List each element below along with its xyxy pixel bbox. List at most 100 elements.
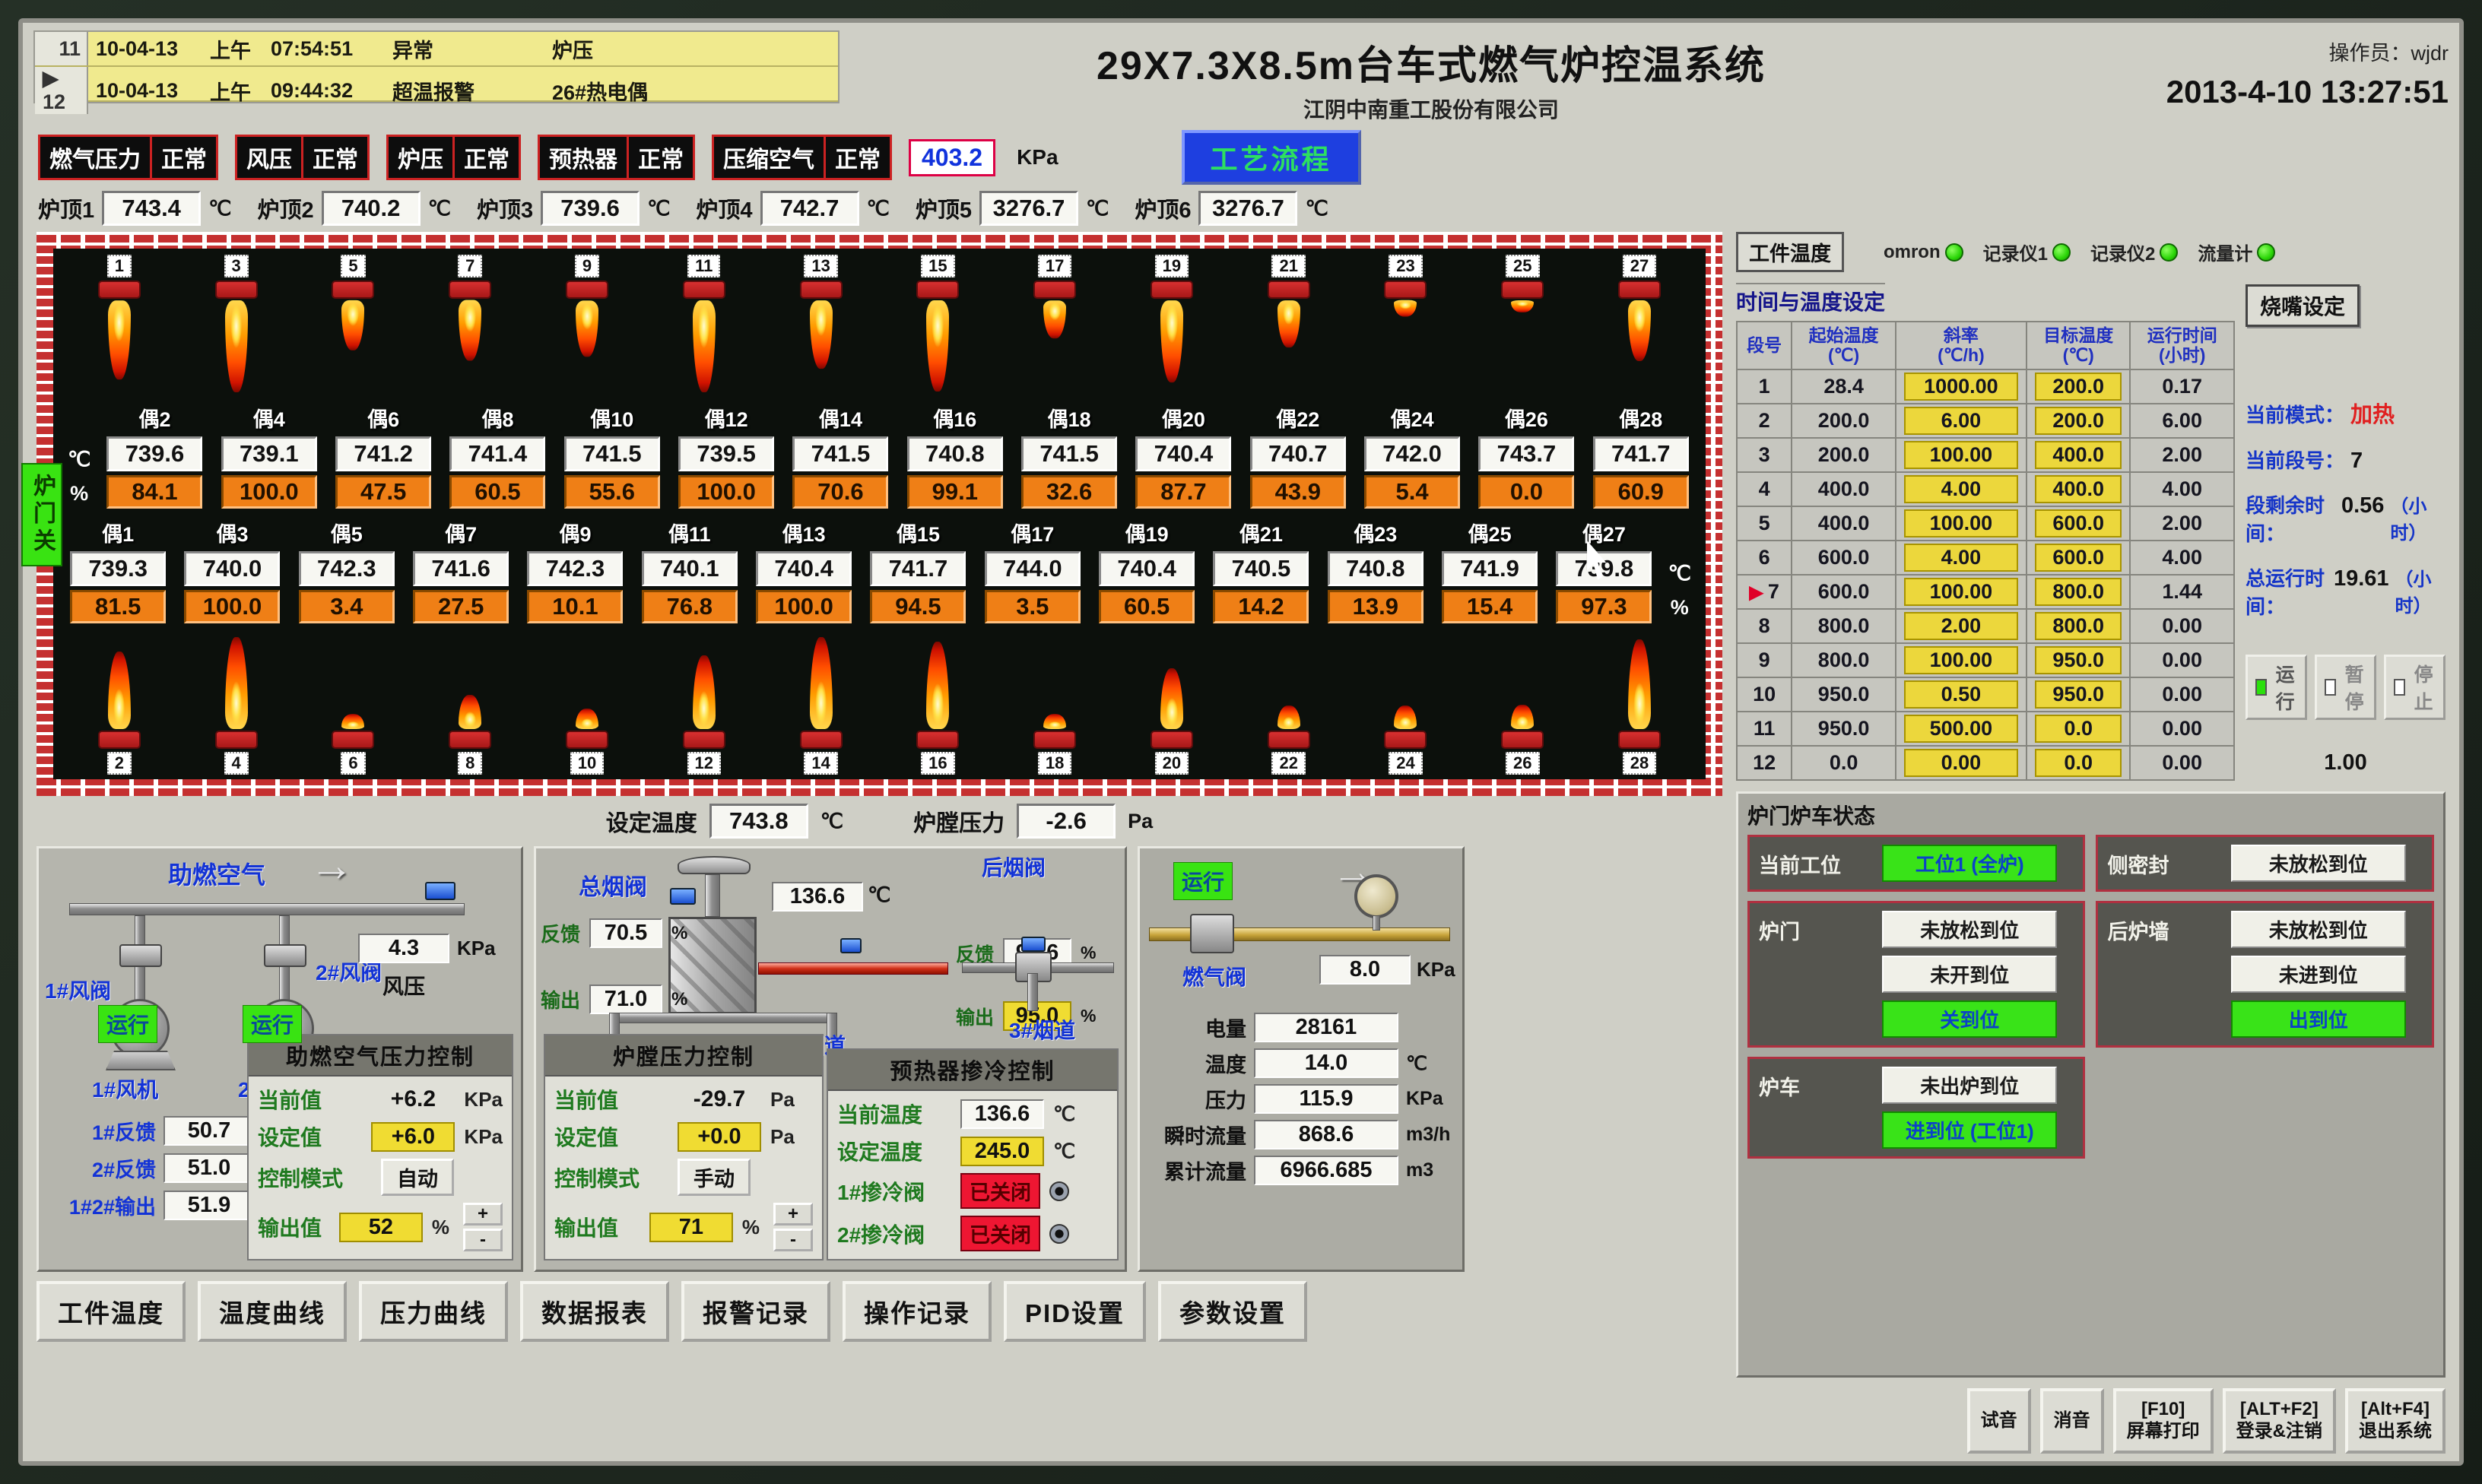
thermocouple-label: 偶13: [782, 518, 826, 547]
schedule-editable-cell[interactable]: 400.0: [2035, 475, 2122, 503]
unit-labels: ℃%: [1662, 529, 1697, 623]
current-segment-value: 7: [2350, 449, 2363, 474]
pipe-sensor-icon: [840, 938, 862, 953]
schedule-editable-cell[interactable]: 800.0: [2035, 612, 2122, 640]
schedule-editable-cell[interactable]: 4.00: [1904, 475, 2018, 503]
status-indicator: 风压正常: [235, 135, 370, 180]
nav-button[interactable]: 参数设置: [1158, 1281, 1307, 1342]
furnace-top-label: 炉顶4: [696, 192, 752, 224]
thermocouple-output: 3.5: [985, 590, 1081, 623]
mode-button[interactable]: 手动: [678, 1159, 751, 1196]
schedule-editable-cell[interactable]: 0.0: [2035, 749, 2122, 777]
system-button[interactable]: [Alt+F4] 退出系统: [2345, 1388, 2446, 1454]
schedule-editable-cell[interactable]: 200.0: [2035, 407, 2122, 435]
thermocouple-output: 10.1: [527, 590, 623, 623]
burner: 19: [1116, 253, 1228, 395]
schedule-editable-cell[interactable]: 4.00: [1904, 544, 2018, 572]
thermocouple-cell: 偶24742.05.4: [1356, 403, 1468, 509]
schedule-header: 运行时间 (小时): [2130, 322, 2234, 369]
gas-meter-value: 28161: [1254, 1013, 1398, 1042]
system-button[interactable]: 消音: [2040, 1388, 2104, 1454]
nav-button[interactable]: 数据报表: [520, 1281, 669, 1342]
alarm-list[interactable]: 1110-04-13上午07:54:51异常炉压▶ 1210-04-13上午09…: [33, 30, 840, 103]
schedule-editable-cell[interactable]: 800.0: [2035, 578, 2122, 606]
thermocouple-label: 偶3: [216, 518, 248, 547]
main-flue-valve-icon: [678, 856, 751, 874]
thermocouple-output: 100.0: [756, 590, 852, 623]
schedule-box: 时间与温度设定 段号起始温度 (℃)斜率 (℃/h)目标温度 (℃)运行时间 (…: [1736, 283, 2235, 781]
valve-closed-button[interactable]: 已关闭: [960, 1216, 1040, 1251]
set-value-field[interactable]: +0.0: [678, 1122, 761, 1152]
alarm-row[interactable]: ▶ 1210-04-13上午09:44:32超温报警26#热电偶: [35, 67, 838, 102]
increase-button[interactable]: +: [463, 1203, 503, 1226]
furnace-top-label: 炉顶6: [1135, 192, 1191, 224]
panels-row: 助燃空气 → 1#风阀 2#风阀 运行: [36, 846, 1722, 1272]
nav-button[interactable]: PID设置: [1004, 1281, 1146, 1342]
burner: 28: [1583, 632, 1696, 776]
system-button[interactable]: [ALT+F2] 登录&注销: [2223, 1388, 2336, 1454]
thermocouple-output: 0.0: [1478, 475, 1574, 509]
schedule-editable-cell[interactable]: 100.00: [1904, 441, 2018, 469]
gas-valve-label: 燃气阀: [1182, 961, 1246, 991]
thermocouple-output: 84.1: [106, 475, 202, 509]
stop-button[interactable]: 停止: [2384, 655, 2446, 720]
pause-button[interactable]: 暂停: [2315, 655, 2376, 720]
schedule-editable-cell[interactable]: 600.0: [2035, 509, 2122, 537]
valve-closed-button[interactable]: 已关闭: [960, 1173, 1040, 1209]
operator-block: 操作员：wjdr 2013-4-10 13:27:51: [2023, 30, 2449, 110]
nav-button[interactable]: 工件温度: [36, 1281, 186, 1342]
alarm-row[interactable]: 1110-04-13上午07:54:51异常炉压: [35, 32, 838, 67]
current-unit: Pa: [770, 1088, 795, 1111]
system-button[interactable]: 试音: [1967, 1388, 2031, 1454]
process-flow-button[interactable]: 工艺流程: [1182, 130, 1361, 185]
schedule-editable-cell[interactable]: 500.00: [1904, 715, 2018, 743]
schedule-cell: 950.0: [2027, 677, 2130, 712]
thermocouple-label: 偶8: [481, 403, 513, 433]
decrease-button[interactable]: -: [463, 1229, 503, 1251]
alarm-date: 10-04-13: [88, 79, 202, 103]
increase-button[interactable]: +: [773, 1203, 813, 1226]
output-value-field[interactable]: 71: [649, 1213, 733, 1242]
nav-button[interactable]: 温度曲线: [198, 1281, 347, 1342]
schedule-editable-cell[interactable]: 950.0: [2035, 646, 2122, 674]
burner-setting-button[interactable]: 烧嘴设定: [2246, 284, 2360, 327]
segment-number: 6: [1737, 541, 1792, 575]
door-state: 未放松到位: [2231, 911, 2406, 948]
decrease-button[interactable]: -: [773, 1229, 813, 1251]
schedule-editable-cell[interactable]: 0.50: [1904, 680, 2018, 709]
furnace-top-value: 740.2: [322, 191, 421, 226]
preheater-cooling-control-panel: 预热器掺冷控制当前温度136.6℃设定温度245.0℃1#掺冷阀已关闭2#掺冷阀…: [827, 1048, 1119, 1260]
schedule-editable-cell[interactable]: 100.00: [1904, 509, 2018, 537]
fan-feedback-list: 1#反馈50.7%2#反馈51.0%1#2#输出51.9%: [49, 1116, 281, 1220]
schedule-row: 5400.0100.00600.02.00: [1737, 506, 2234, 541]
precool-value[interactable]: 245.0: [960, 1137, 1044, 1166]
schedule-editable-cell[interactable]: 2.00: [1904, 612, 2018, 640]
flame-icon: [341, 714, 364, 729]
nav-button[interactable]: 报警记录: [681, 1281, 830, 1342]
alarm-source: 炉压: [544, 34, 838, 64]
mode-button[interactable]: 自动: [381, 1159, 454, 1196]
status-light-icon: [2052, 243, 2071, 262]
workpiece-temp-button[interactable]: 工件温度: [1736, 232, 1844, 272]
output-value-field[interactable]: 52: [339, 1213, 423, 1242]
set-value-field[interactable]: +6.0: [371, 1122, 455, 1152]
schedule-editable-cell[interactable]: 100.00: [1904, 578, 2018, 606]
thermocouple-temp: 739.8: [1556, 551, 1652, 586]
schedule-editable-cell[interactable]: 950.0: [2035, 680, 2122, 709]
schedule-editable-cell[interactable]: 100.00: [1904, 646, 2018, 674]
nav-button[interactable]: 操作记录: [843, 1281, 992, 1342]
burner-number: 24: [1389, 752, 1422, 775]
run-button[interactable]: 运行: [2246, 655, 2307, 720]
schedule-editable-cell[interactable]: 0.00: [1904, 749, 2018, 777]
schedule-editable-cell[interactable]: 0.0: [2035, 715, 2122, 743]
schedule-editable-cell[interactable]: 600.0: [2035, 544, 2122, 572]
schedule-editable-cell[interactable]: 200.0: [2035, 373, 2122, 401]
nav-button[interactable]: 压力曲线: [359, 1281, 508, 1342]
monitor-bezel: 1110-04-13上午07:54:51异常炉压▶ 1210-04-13上午09…: [0, 0, 2482, 1484]
schedule-editable-cell[interactable]: 6.00: [1904, 407, 2018, 435]
burner-brick-icon: [1268, 731, 1310, 749]
system-button[interactable]: [F10] 屏幕打印: [2113, 1388, 2214, 1454]
precool-row-label: 2#掺冷阀: [837, 1219, 951, 1249]
schedule-editable-cell[interactable]: 1000.00: [1904, 373, 2018, 401]
schedule-editable-cell[interactable]: 400.0: [2035, 441, 2122, 469]
